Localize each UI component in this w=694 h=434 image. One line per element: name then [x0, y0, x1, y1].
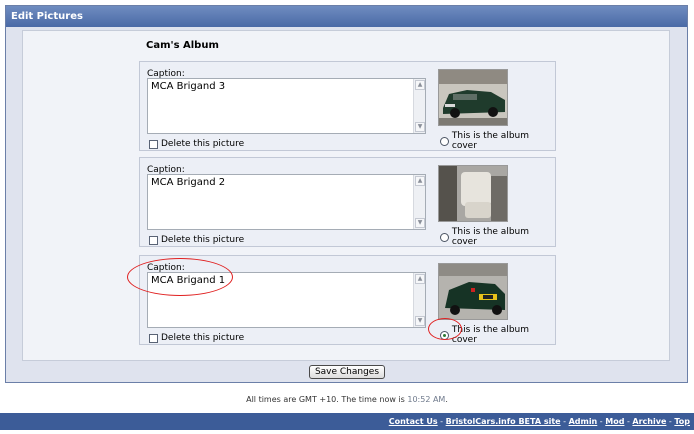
caption-textarea[interactable]: MCA Brigand 2 ▲ ▼: [147, 174, 426, 230]
album-cover-radio[interactable]: [440, 136, 449, 146]
textarea-scrollbar[interactable]: ▲ ▼: [413, 273, 425, 327]
footer-separator: -: [437, 417, 446, 426]
album-cover-option[interactable]: This is the album cover: [440, 227, 555, 247]
picture-thumbnail[interactable]: [438, 263, 508, 320]
delete-picture-option[interactable]: Delete this picture: [149, 333, 244, 343]
album-cover-radio[interactable]: [440, 232, 449, 242]
footer-link-contact-us[interactable]: Contact Us: [389, 417, 438, 426]
picture-thumbnail[interactable]: [438, 165, 508, 222]
panel-title: Edit Pictures: [6, 6, 687, 27]
caption-text: MCA Brigand 3: [151, 81, 226, 92]
picture-item: Caption: MCA Brigand 3 ▲ ▼ Delete this p…: [139, 61, 556, 151]
delete-picture-option[interactable]: Delete this picture: [149, 139, 244, 149]
scroll-up-icon[interactable]: ▲: [415, 274, 425, 284]
delete-checkbox[interactable]: [149, 139, 158, 149]
timezone-prefix: All times are GMT +10. The time now is: [246, 395, 408, 404]
textarea-scrollbar[interactable]: ▲ ▼: [413, 79, 425, 133]
textarea-scrollbar[interactable]: ▲ ▼: [413, 175, 425, 229]
picture-item: Caption: MCA Brigand 2 ▲ ▼ Delete this p…: [139, 157, 556, 247]
timezone-suffix: .: [445, 395, 448, 404]
scroll-down-icon[interactable]: ▼: [415, 218, 425, 228]
footer-link-admin[interactable]: Admin: [569, 417, 598, 426]
timezone-info: All times are GMT +10. The time now is 1…: [0, 395, 694, 404]
album-cover-option[interactable]: This is the album cover: [440, 131, 555, 151]
delete-label: Delete this picture: [161, 139, 245, 149]
annotation-circle: [428, 318, 462, 340]
caption-text: MCA Brigand 2: [151, 177, 226, 188]
car-photo-icon: [439, 70, 507, 125]
delete-checkbox[interactable]: [149, 235, 158, 245]
delete-picture-option[interactable]: Delete this picture: [149, 235, 244, 245]
annotation-circle: [127, 258, 233, 296]
footer-separator: -: [560, 417, 569, 426]
footer-link-top[interactable]: Top: [674, 417, 690, 426]
album-cover-label: This is the album cover: [451, 131, 530, 151]
caption-textarea[interactable]: MCA Brigand 3 ▲ ▼: [147, 78, 426, 134]
scroll-down-icon[interactable]: ▼: [415, 316, 425, 326]
save-changes-button[interactable]: Save Changes: [309, 365, 385, 379]
scroll-up-icon[interactable]: ▲: [415, 176, 425, 186]
album-title: Cam's Album: [146, 40, 219, 51]
current-time: 10:52 AM: [407, 395, 446, 404]
album-cover-label: This is the album cover: [451, 325, 530, 345]
footer-bar: Contact Us - BristolCars.info BETA site …: [0, 413, 694, 430]
car-interior-photo-icon: [439, 166, 507, 221]
footer-link-archive[interactable]: Archive: [632, 417, 666, 426]
car-rear-photo-icon: [439, 264, 507, 319]
album-cover-label: This is the album cover: [451, 227, 530, 247]
scroll-down-icon[interactable]: ▼: [415, 122, 425, 132]
delete-label: Delete this picture: [161, 333, 245, 343]
footer-link-mod[interactable]: Mod: [605, 417, 624, 426]
delete-label: Delete this picture: [161, 235, 245, 245]
delete-checkbox[interactable]: [149, 333, 158, 343]
picture-thumbnail[interactable]: [438, 69, 508, 126]
scroll-up-icon[interactable]: ▲: [415, 80, 425, 90]
footer-link-beta-site[interactable]: BristolCars.info BETA site: [446, 417, 561, 426]
